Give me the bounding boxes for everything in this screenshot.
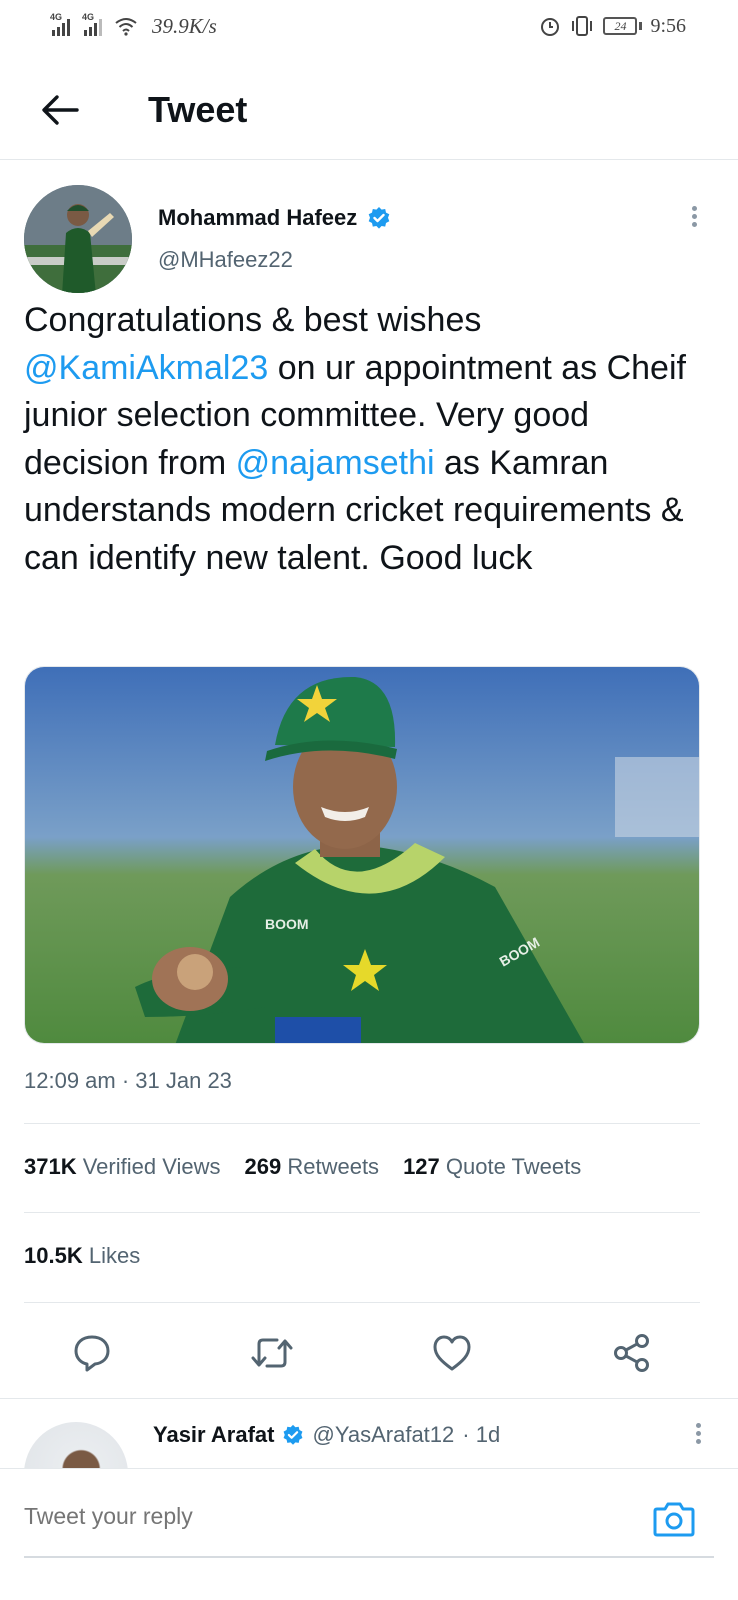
tweet-author: Mohammad Hafeez @MHafeez22 <box>24 185 714 295</box>
reply-input[interactable] <box>24 1503 584 1530</box>
divider <box>0 1398 738 1399</box>
network-type-label: 4G <box>50 12 63 22</box>
avatar[interactable] <box>24 1422 128 1468</box>
author-name-row: Mohammad Hafeez <box>158 205 391 231</box>
divider <box>24 1123 700 1124</box>
avatar-image <box>24 185 132 293</box>
more-options-icon[interactable] <box>684 203 704 233</box>
status-left: 4G 4G 39.9K/s <box>50 12 217 39</box>
back-button[interactable] <box>30 80 90 140</box>
avatar[interactable] <box>24 185 132 293</box>
quotes-stat[interactable]: 127 Quote Tweets <box>403 1154 581 1180</box>
tweet-text-part: Congratulations & best wishes <box>24 301 482 339</box>
tweet-actions <box>0 1325 738 1381</box>
tweet-image[interactable]: BOOM BOOM <box>24 666 700 1044</box>
mention-link[interactable]: @najamsethi <box>236 444 435 482</box>
likes-label: Likes <box>88 1243 141 1268</box>
battery-icon: 24 <box>603 17 638 35</box>
likes-stat[interactable]: 10.5K Likes <box>24 1243 140 1269</box>
divider <box>24 1212 700 1213</box>
author-name[interactable]: Mohammad Hafeez <box>158 205 357 231</box>
cricketer-photo: BOOM BOOM <box>25 667 699 1043</box>
clock: 9:56 <box>650 14 686 37</box>
reply-author-handle[interactable]: @YasArafat12 <box>312 1422 454 1448</box>
likes-count: 10.5K <box>24 1243 83 1268</box>
retweet-button[interactable] <box>244 1325 300 1381</box>
reply-icon <box>74 1335 110 1372</box>
views-label: Verified Views <box>82 1154 221 1179</box>
share-icon <box>614 1334 649 1372</box>
tweet-text: Congratulations & best wishes @KamiAkmal… <box>24 297 704 582</box>
more-options-icon[interactable] <box>688 1420 708 1447</box>
retweets-label: Retweets <box>287 1154 380 1179</box>
retweets-count: 269 <box>244 1154 282 1179</box>
vibrate-icon <box>572 16 593 36</box>
like-button[interactable] <box>424 1325 480 1381</box>
share-button[interactable] <box>604 1325 660 1381</box>
signal-icon: 4G <box>50 12 70 36</box>
network-type-label: 4G <box>82 12 95 22</box>
camera-icon <box>653 1502 695 1537</box>
camera-button[interactable] <box>652 1497 696 1541</box>
quotes-label: Quote Tweets <box>445 1154 582 1179</box>
alarm-icon <box>541 18 560 36</box>
network-speed: 39.9K/s <box>152 13 217 38</box>
author-handle[interactable]: @MHafeez22 <box>158 247 293 273</box>
mention-link[interactable]: @KamiAkmal23 <box>24 349 268 387</box>
battery-tip <box>639 22 643 30</box>
quotes-count: 127 <box>403 1154 440 1179</box>
reply-compose-bar <box>0 1468 738 1568</box>
retweets-stat[interactable]: 269 Retweets <box>245 1154 380 1180</box>
arrow-left-icon <box>42 94 79 125</box>
status-right: 24 9:56 <box>539 15 686 38</box>
status-bar: 4G 4G 39.9K/s 24 9:56 <box>0 0 738 52</box>
retweet-icon <box>251 1338 293 1368</box>
reply-age: · 1d <box>462 1422 501 1447</box>
svg-text:BOOM: BOOM <box>265 916 309 932</box>
like-icon <box>433 1335 471 1371</box>
verified-badge-icon <box>284 1424 303 1445</box>
tweet-stats: 371K Verified Views 269 Retweets 127 Quo… <box>24 1154 581 1180</box>
views-count: 371K <box>24 1154 77 1179</box>
top-app-bar: Tweet <box>0 60 738 160</box>
reply-author-name[interactable]: Yasir Arafat <box>153 1422 274 1448</box>
reply-button[interactable] <box>64 1325 120 1381</box>
tweet-timestamp: 12:09 am · 31 Jan 23 <box>24 1068 232 1093</box>
battery-level: 24 <box>614 18 627 33</box>
nav-gesture-line <box>24 1556 714 1558</box>
verified-badge-icon <box>368 207 390 229</box>
divider <box>24 1302 700 1303</box>
reply-header: Yasir Arafat @YasArafat12 · 1d <box>153 1422 500 1448</box>
signal-icon: 4G <box>82 12 102 36</box>
reply-tweet[interactable]: Yasir Arafat @YasArafat12 · 1d <box>0 1400 738 1468</box>
page-title: Tweet <box>148 88 248 130</box>
views-stat[interactable]: 371K Verified Views <box>24 1154 221 1180</box>
wifi-icon <box>115 18 137 36</box>
